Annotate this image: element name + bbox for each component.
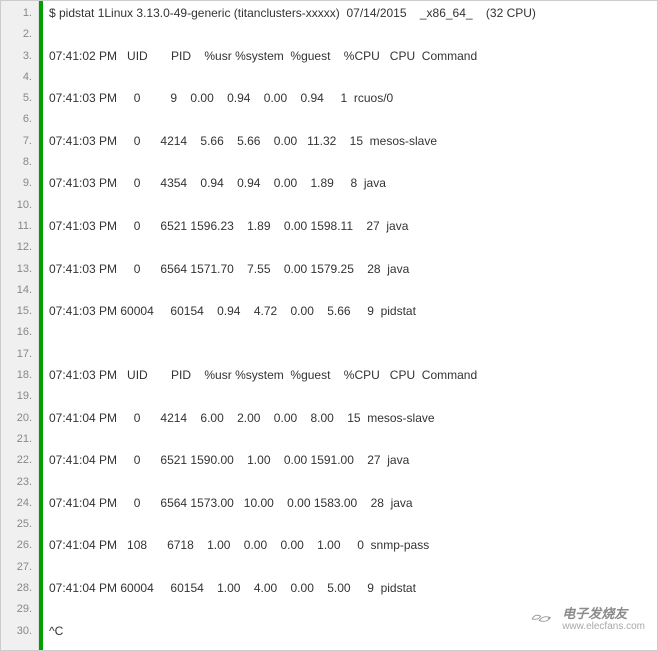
line-number: 19. [1, 386, 38, 407]
code-line: 07:41:03 PM 0 6564 1571.70 7.55 0.00 157… [49, 259, 657, 280]
watermark-url: www.elecfans.com [562, 621, 645, 632]
code-line: 07:41:04 PM 108 6718 1.00 0.00 0.00 1.00… [49, 535, 657, 556]
code-line [49, 386, 657, 407]
code-line: 07:41:02 PM UID PID %usr %system %guest … [49, 46, 657, 67]
line-number: 8. [1, 152, 38, 173]
line-number: 30. [1, 621, 38, 642]
code-line [49, 514, 657, 535]
code-line [49, 237, 657, 258]
code-line: 07:41:03 PM 0 6521 1596.23 1.89 0.00 159… [49, 216, 657, 237]
line-number: 9. [1, 173, 38, 194]
code-block: 1.2.3.4.5.6.7.8.9.10.11.12.13.14.15.16.1… [1, 1, 657, 650]
line-number: 5. [1, 88, 38, 109]
line-number: 14. [1, 280, 38, 301]
line-number: 26. [1, 535, 38, 556]
code-line [49, 280, 657, 301]
line-number: 4. [1, 67, 38, 88]
line-number: 25. [1, 514, 38, 535]
code-line [49, 24, 657, 45]
code-line: 07:41:03 PM 60004 60154 0.94 4.72 0.00 5… [49, 301, 657, 322]
line-number: 23. [1, 472, 38, 493]
line-number: 28. [1, 578, 38, 599]
line-number: 11. [1, 216, 38, 237]
code-line [49, 429, 657, 450]
watermark-cn: 电子发烧友 [562, 607, 645, 621]
line-number: 2. [1, 24, 38, 45]
line-number: 24. [1, 493, 38, 514]
code-line: 07:41:03 PM UID PID %usr %system %guest … [49, 365, 657, 386]
code-line: 07:41:04 PM 0 4214 6.00 2.00 0.00 8.00 1… [49, 408, 657, 429]
code-line: 07:41:04 PM 0 6564 1573.00 10.00 0.00 15… [49, 493, 657, 514]
code-line [49, 109, 657, 130]
line-number: 7. [1, 131, 38, 152]
line-number: 3. [1, 46, 38, 67]
line-number: 17. [1, 344, 38, 365]
line-number: 16. [1, 322, 38, 343]
line-number: 15. [1, 301, 38, 322]
line-number-gutter: 1.2.3.4.5.6.7.8.9.10.11.12.13.14.15.16.1… [1, 1, 39, 650]
code-line [49, 472, 657, 493]
code-line [49, 195, 657, 216]
line-number: 29. [1, 599, 38, 620]
code-line [49, 557, 657, 578]
code-line: 07:41:03 PM 0 9 0.00 0.94 0.00 0.94 1 rc… [49, 88, 657, 109]
line-number: 10. [1, 195, 38, 216]
line-number: 12. [1, 237, 38, 258]
line-number: 21. [1, 429, 38, 450]
line-number: 1. [1, 3, 38, 24]
line-number: 20. [1, 408, 38, 429]
code-line: 07:41:04 PM 60004 60154 1.00 4.00 0.00 5… [49, 578, 657, 599]
code-line: $ pidstat 1Linux 3.13.0-49-generic (tita… [49, 3, 657, 24]
code-line [49, 322, 657, 343]
line-number: 18. [1, 365, 38, 386]
line-number: 22. [1, 450, 38, 471]
code-content: $ pidstat 1Linux 3.13.0-49-generic (tita… [43, 1, 657, 650]
code-line [49, 152, 657, 173]
code-line: 07:41:04 PM 0 6521 1590.00 1.00 0.00 159… [49, 450, 657, 471]
code-line [49, 344, 657, 365]
code-line: 07:41:03 PM 0 4354 0.94 0.94 0.00 1.89 8… [49, 173, 657, 194]
line-number: 13. [1, 259, 38, 280]
watermark: 电子发烧友 www.elecfans.com [528, 607, 645, 632]
code-line: 07:41:03 PM 0 4214 5.66 5.66 0.00 11.32 … [49, 131, 657, 152]
logo-icon [528, 610, 556, 628]
line-number: 27. [1, 557, 38, 578]
line-number: 6. [1, 109, 38, 130]
watermark-text: 电子发烧友 www.elecfans.com [562, 607, 645, 632]
code-line [49, 67, 657, 88]
